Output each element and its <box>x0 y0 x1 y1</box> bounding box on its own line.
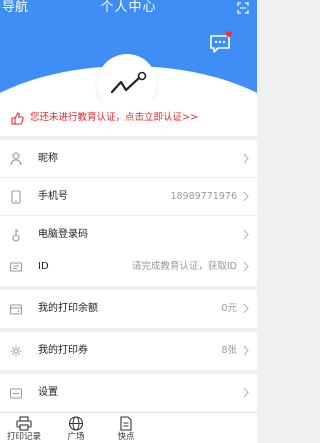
row-id[interactable]: ID 请完成教育认证，获取ID <box>0 248 257 286</box>
chevron-right-icon <box>243 303 249 314</box>
row-print-balance[interactable]: 我的打印余额 0元 <box>0 290 257 328</box>
document-icon <box>120 416 132 431</box>
phone-icon <box>11 190 21 204</box>
profile-group: 昵称 手机号 18989771976 电脑登录码 <box>0 140 257 254</box>
settings-group: 设置 <box>0 374 257 412</box>
notice-text: 您还未进行教育认证，点击立即认证>> <box>30 112 198 123</box>
row-label: ID <box>38 261 49 272</box>
thumb-icon <box>11 112 24 125</box>
chevron-right-icon <box>243 387 249 398</box>
row-label: 昵称 <box>38 153 58 164</box>
scan-icon[interactable] <box>237 2 249 14</box>
globe-icon <box>68 416 84 431</box>
message-badge <box>226 31 232 37</box>
row-settings[interactable]: 设置 <box>0 374 257 412</box>
tab-bar: 打印记录 广场 快点 <box>0 412 257 443</box>
message-icon[interactable] <box>209 34 231 54</box>
key-icon <box>12 229 20 242</box>
chevron-right-icon <box>243 229 249 240</box>
education-notice[interactable]: 您还未进行教育认证，点击立即认证>> <box>0 100 257 136</box>
coupon-gear-icon <box>10 345 22 357</box>
chevron-right-icon <box>243 261 249 272</box>
row-label: 电脑登录码 <box>38 229 88 240</box>
wallet-icon <box>10 304 22 315</box>
row-value: 18989771976 <box>170 191 238 202</box>
row-phone[interactable]: 手机号 18989771976 <box>0 178 257 216</box>
id-card-icon <box>10 262 22 272</box>
coupon-group: 我的打印券 8张 <box>0 332 257 370</box>
printer-icon <box>16 416 32 431</box>
row-value: 0元 <box>221 303 237 314</box>
row-label: 我的打印余额 <box>38 303 98 314</box>
row-print-coupon[interactable]: 我的打印券 8张 <box>0 332 257 370</box>
page-title: 个人中心 <box>100 0 157 15</box>
tab-quick[interactable]: 快点 <box>96 413 156 443</box>
person-icon <box>10 152 22 166</box>
row-value: 8张 <box>221 345 237 356</box>
row-label: 我的打印券 <box>38 345 88 356</box>
balance-group: 我的打印余额 0元 <box>0 290 257 328</box>
row-label: 设置 <box>38 387 58 398</box>
settings-icon <box>10 388 22 399</box>
chevron-right-icon <box>243 191 249 202</box>
tab-label: 快点 <box>117 432 135 442</box>
row-nickname[interactable]: 昵称 <box>0 140 257 178</box>
row-value: 请完成教育认证，获取ID <box>131 261 237 272</box>
chevron-right-icon <box>243 153 249 164</box>
row-label: 手机号 <box>38 191 68 202</box>
id-group: ID 请完成教育认证，获取ID <box>0 248 257 286</box>
chevron-right-icon <box>243 345 249 356</box>
